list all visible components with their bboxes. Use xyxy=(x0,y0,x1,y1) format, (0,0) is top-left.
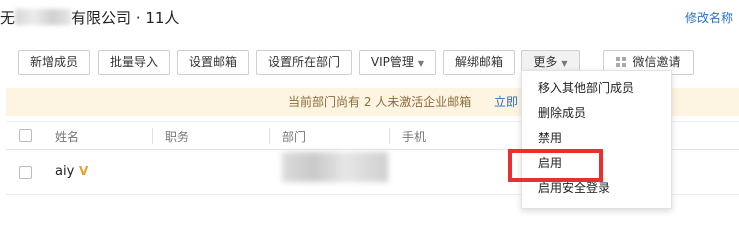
add-member-button[interactable]: 新增成员 xyxy=(18,50,90,75)
menu-item-move-members[interactable]: 移入其他部门成员 xyxy=(538,79,634,96)
title-suffix: 有限公司 xyxy=(71,9,132,27)
edit-name-link[interactable]: 修改名称 xyxy=(685,9,733,26)
caret-down-icon: ▼ xyxy=(417,59,425,68)
member-count: · 11人 xyxy=(135,9,180,27)
qr-grid-icon xyxy=(616,57,627,67)
title-prefix: 无 xyxy=(0,9,16,27)
column-divider xyxy=(389,128,390,144)
column-department: 部门 xyxy=(282,130,307,144)
select-all-checkbox[interactable] xyxy=(19,129,32,142)
set-mailbox-button[interactable]: 设置邮箱 xyxy=(177,50,249,75)
vip-manage-label: VIP管理 xyxy=(370,55,414,69)
set-department-button[interactable]: 设置所在部门 xyxy=(256,50,352,75)
vip-badge-icon: V xyxy=(79,164,89,178)
redacted-company-name xyxy=(15,9,72,25)
member-name: aiy xyxy=(55,164,75,179)
more-label: 更多 xyxy=(533,55,558,69)
more-dropdown-menu: 移入其他部门成员 删除成员 禁用 启用 启用安全登录 xyxy=(521,70,672,209)
page-title: 无 有限公司 · 11人 xyxy=(0,7,179,28)
highlight-box xyxy=(508,149,603,182)
notice-text: 当前部门尚有 2 人未激活企业邮箱 xyxy=(288,95,472,109)
column-divider xyxy=(152,128,153,144)
redacted-department xyxy=(282,152,388,182)
column-title: 职务 xyxy=(165,130,190,144)
column-name: 姓名 xyxy=(55,130,80,144)
menu-item-disable[interactable]: 禁用 xyxy=(538,129,562,146)
row-checkbox[interactable] xyxy=(19,166,32,179)
menu-item-delete-member[interactable]: 删除成员 xyxy=(538,104,586,121)
batch-import-button[interactable]: 批量导入 xyxy=(98,50,170,75)
notice-link[interactable]: 立即 xyxy=(494,88,518,116)
vip-manage-button[interactable]: VIP管理 ▼ xyxy=(359,50,436,75)
column-divider xyxy=(269,128,270,144)
wechat-invite-label: 微信邀请 xyxy=(632,55,681,69)
caret-down-icon: ▼ xyxy=(561,59,568,68)
column-phone: 手机 xyxy=(402,130,427,144)
unbind-mailbox-button[interactable]: 解绑邮箱 xyxy=(443,50,515,75)
